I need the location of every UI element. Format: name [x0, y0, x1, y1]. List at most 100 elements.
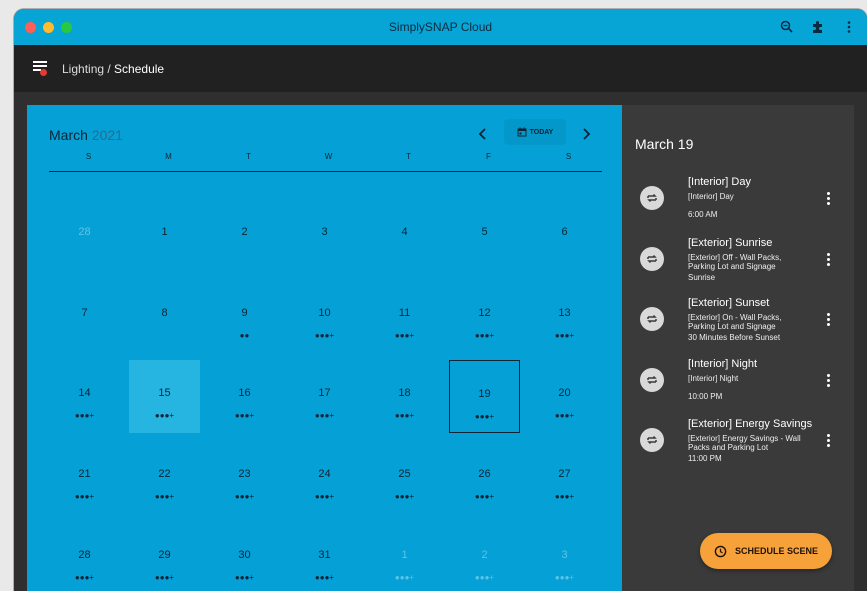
day-number: 28 — [78, 226, 91, 238]
day-number: 7 — [81, 307, 88, 319]
app-toolbar: Lighting / Schedule — [14, 45, 867, 92]
day-cell[interactable]: 25 ●●●+ — [369, 441, 440, 514]
day-cell[interactable]: 29 ●●●+ — [129, 522, 200, 591]
repeat-icon — [640, 186, 664, 210]
day-cell[interactable]: 8 — [129, 280, 200, 353]
day-cell[interactable]: 31 ●●●+ — [289, 522, 360, 591]
day-number: 2 — [241, 226, 248, 238]
event-indicator: ●●●+ — [154, 573, 175, 582]
menu-with-alert-icon[interactable] — [33, 60, 49, 76]
day-cell[interactable]: 1 ●●●+ — [369, 522, 440, 591]
event-time: 11:00 PM — [688, 454, 722, 463]
day-cell[interactable]: 17 ●●●+ — [289, 360, 360, 433]
next-month-button[interactable] — [578, 126, 594, 142]
day-cell[interactable]: 14 ●●●+ — [49, 360, 120, 433]
day-number: 15 — [158, 387, 171, 399]
day-number: 26 — [478, 468, 491, 480]
day-cell[interactable]: 11 ●●●+ — [369, 280, 440, 353]
today-label: TODAY — [529, 128, 554, 136]
day-cell[interactable]: 27 ●●●+ — [529, 441, 600, 514]
day-cell[interactable]: 24 ●●●+ — [289, 441, 360, 514]
day-number: 25 — [398, 468, 411, 480]
event-indicator: ●●●+ — [314, 492, 335, 501]
day-cell[interactable]: 2 ●●●+ — [449, 522, 520, 591]
day-cell[interactable]: 22 ●●●+ — [129, 441, 200, 514]
breadcrumb-parent[interactable]: Lighting / — [62, 62, 114, 76]
event-more-icon[interactable] — [825, 192, 831, 208]
zoom-icon[interactable] — [778, 18, 796, 36]
event-indicator: ●●●+ — [314, 411, 335, 420]
day-cell[interactable]: 10 ●●●+ — [289, 280, 360, 353]
day-number: 1 — [401, 549, 408, 561]
event-more-icon[interactable] — [825, 374, 831, 390]
event-scene: [Exterior] Off - Wall Packs, — [688, 253, 782, 262]
main-content: March 2021 TODAY SMTWTFS 28 1 2 3 4 5 6 7 8 9 ●● 10… — [14, 92, 867, 591]
repeat-icon — [640, 307, 664, 331]
schedule-scene-label: SCHEDULE SCENE — [734, 546, 818, 556]
event-scene: [Exterior] On - Wall Packs, — [688, 313, 782, 322]
event-indicator: ●●●+ — [154, 411, 175, 420]
day-cell[interactable]: 13 ●●●+ — [529, 280, 600, 353]
day-cell[interactable]: 1 — [129, 199, 200, 272]
day-cell[interactable]: 23 ●●●+ — [209, 441, 280, 514]
day-cell[interactable]: 2 — [209, 199, 280, 272]
day-cell[interactable]: 6 — [529, 199, 600, 272]
day-cell[interactable]: 28 — [49, 199, 120, 272]
day-cell[interactable]: 28 ●●●+ — [49, 522, 120, 591]
schedule-scene-button[interactable]: SCHEDULE SCENE — [700, 533, 832, 569]
event-more-icon[interactable] — [825, 253, 831, 269]
day-cell[interactable]: 5 — [449, 199, 520, 272]
day-cell[interactable]: 3 ●●●+ — [529, 522, 600, 591]
day-cell[interactable]: 4 — [369, 199, 440, 272]
app-window: SimplySNAP Cloud Lighting / Schedule Mar… — [14, 9, 867, 591]
day-cell[interactable]: 15 ●●●+ — [129, 360, 200, 433]
month-title: March 2021 — [49, 127, 123, 143]
calendar-today-icon — [517, 127, 527, 137]
day-number: 13 — [558, 307, 571, 319]
event-indicator: ●●●+ — [554, 411, 575, 420]
day-cell[interactable]: 20 ●●●+ — [529, 360, 600, 433]
weekday-label: M — [165, 152, 172, 161]
day-cell[interactable]: 16 ●●●+ — [209, 360, 280, 433]
weekday-label: T — [406, 152, 411, 161]
day-number: 1 — [161, 226, 168, 238]
day-number: 3 — [561, 549, 568, 561]
day-cell[interactable]: 19 ●●●+ — [449, 360, 520, 433]
event-indicator: ●●●+ — [394, 573, 415, 582]
day-cell[interactable]: 3 — [289, 199, 360, 272]
day-number: 27 — [558, 468, 571, 480]
day-cell[interactable]: 21 ●●●+ — [49, 441, 120, 514]
today-button[interactable]: TODAY — [505, 120, 565, 144]
day-number: 5 — [481, 226, 488, 238]
event-indicator: ●●●+ — [554, 492, 575, 501]
previous-month-button[interactable] — [475, 126, 491, 142]
clock-icon — [714, 545, 727, 557]
event-indicator: ●●●+ — [554, 331, 575, 340]
weekday-divider — [49, 171, 602, 172]
day-cell[interactable]: 26 ●●●+ — [449, 441, 520, 514]
repeat-icon — [640, 428, 664, 452]
day-number: 12 — [478, 307, 491, 319]
event-indicator: ●●●+ — [314, 573, 335, 582]
event-scene: Parking Lot and Signage — [688, 322, 776, 331]
month-name: March — [49, 127, 88, 143]
day-number: 8 — [161, 307, 168, 319]
event-indicator: ●●●+ — [74, 573, 95, 582]
day-number: 21 — [78, 468, 91, 480]
day-cell[interactable]: 12 ●●●+ — [449, 280, 520, 353]
event-title: [Exterior] Sunrise — [688, 237, 773, 249]
more-vert-icon[interactable] — [840, 18, 858, 36]
event-title: [Interior] Day — [688, 176, 751, 188]
month-calendar: March 2021 TODAY SMTWTFS 28 1 2 3 4 5 6 7 8 9 ●● 10… — [27, 105, 622, 591]
event-more-icon[interactable] — [825, 313, 831, 329]
day-cell[interactable]: 30 ●●●+ — [209, 522, 280, 591]
day-number: 28 — [78, 549, 91, 561]
day-cell[interactable]: 18 ●●●+ — [369, 360, 440, 433]
day-number: 17 — [318, 387, 331, 399]
day-cell[interactable]: 9 ●● — [209, 280, 280, 353]
day-cell[interactable]: 7 — [49, 280, 120, 353]
extension-icon[interactable] — [809, 18, 827, 36]
event-more-icon[interactable] — [825, 434, 831, 450]
event-title: [Exterior] Sunset — [688, 297, 770, 309]
event-indicator: ●●●+ — [474, 412, 495, 421]
